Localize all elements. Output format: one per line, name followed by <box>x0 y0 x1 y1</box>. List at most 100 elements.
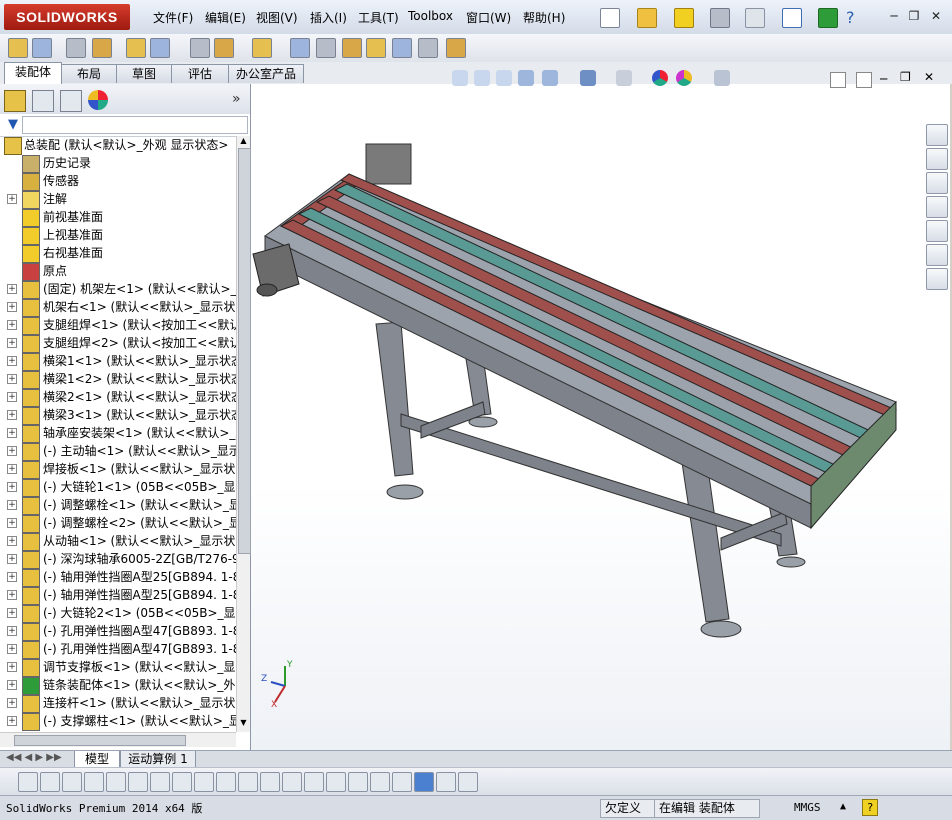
tree-item[interactable]: + (-) 主动轴<1> (默认<<默认>_显示状 <box>0 442 236 461</box>
tree-item[interactable]: 前视基准面 <box>0 208 236 227</box>
tree-item[interactable]: + 从动轴<1> (默认<<默认>_显示状态 <box>0 532 236 551</box>
expand-toggle-icon[interactable]: + <box>7 716 17 726</box>
mirror-icon[interactable] <box>128 772 148 792</box>
instant3d-icon[interactable] <box>392 38 412 58</box>
warning-sketch-icon[interactable] <box>18 772 38 792</box>
reference-geometry-icon[interactable] <box>252 38 272 58</box>
tree-item[interactable]: + (-) 支撑螺柱<1> (默认<<默认>_显示 <box>0 712 236 731</box>
circle-icon[interactable] <box>62 772 82 792</box>
zoom-to-fit-icon[interactable] <box>452 70 468 86</box>
tree-item[interactable]: 右视基准面 <box>0 244 236 263</box>
show-hidden-icon[interactable] <box>190 38 210 58</box>
expand-toggle-icon[interactable]: + <box>7 302 17 312</box>
expand-toggle-icon[interactable]: + <box>7 356 17 366</box>
grid-icon[interactable] <box>326 772 346 792</box>
view-palette-icon[interactable] <box>926 220 948 242</box>
convert-icon[interactable] <box>172 772 192 792</box>
menu-item-0[interactable]: 文件(F) <box>153 9 193 26</box>
scrollbar-thumb[interactable] <box>238 148 251 554</box>
edit-appearance-icon[interactable] <box>652 70 668 86</box>
tree-item[interactable]: + (-) 大链轮2<1> (05B<<05B>_显示状 <box>0 604 236 623</box>
expand-toggle-icon[interactable]: + <box>7 194 17 204</box>
expand-toggle-icon[interactable]: + <box>7 428 17 438</box>
scroll-down-arrow-icon[interactable]: ▼ <box>238 718 249 730</box>
view-cube-icon[interactable] <box>414 772 434 792</box>
tree-item[interactable]: + 横梁3<1> (默认<<默认>_显示状态 1 <box>0 406 236 425</box>
tree-item[interactable]: + 横梁1<2> (默认<<默认>_显示状态 1 <box>0 370 236 389</box>
rebuild-icon[interactable] <box>818 8 838 28</box>
explode-line-icon[interactable] <box>366 38 386 58</box>
units-arrow-icon[interactable]: ▲ <box>840 801 846 812</box>
display-manager-icon[interactable] <box>88 90 108 110</box>
tab-assembly[interactable]: 装配体 <box>4 62 62 84</box>
tree-item[interactable]: 历史记录 <box>0 154 236 173</box>
tree-item[interactable]: + 焊接板<1> (默认<<默认>_显示状态 <box>0 460 236 479</box>
chamfer-icon[interactable] <box>282 772 302 792</box>
insert-component-icon[interactable] <box>8 38 28 58</box>
tab-evaluate[interactable]: 评估 <box>171 64 229 83</box>
tab-nav-arrows-icon[interactable]: ◀◀ ◀ ▶ ▶▶ <box>6 752 62 763</box>
scroll-up-arrow-icon[interactable]: ▲ <box>238 136 249 148</box>
tree-item[interactable]: + (-) 大链轮1<1> (05B<<05B>_显示状 <box>0 478 236 497</box>
display-style-icon[interactable] <box>616 70 632 86</box>
new-document-icon[interactable] <box>600 8 620 28</box>
solidworks-logo[interactable]: SOLIDWORKS <box>4 4 130 30</box>
undo-icon[interactable] <box>745 8 765 28</box>
previous-view-icon[interactable] <box>496 70 512 86</box>
appearances-icon[interactable] <box>926 244 948 266</box>
hscroll-thumb[interactable] <box>14 735 186 746</box>
mate-icon[interactable] <box>66 38 86 58</box>
centerline-icon[interactable] <box>194 772 214 792</box>
tree-item[interactable]: + 横梁1<1> (默认<<默认>_显示状态 1 <box>0 352 236 371</box>
expand-toggle-icon[interactable]: + <box>7 500 17 510</box>
new-part-icon[interactable] <box>32 38 52 58</box>
dynamic-annotation-icon[interactable] <box>542 70 558 86</box>
menu-item-5[interactable]: Toolbox <box>408 9 453 23</box>
menu-item-4[interactable]: 工具(T) <box>358 9 399 26</box>
property-manager-icon[interactable] <box>32 90 54 112</box>
slot-icon[interactable] <box>348 772 368 792</box>
graphics-restore-icon[interactable] <box>830 72 846 88</box>
assembly-features-icon[interactable] <box>214 38 234 58</box>
expand-toggle-icon[interactable]: + <box>7 464 17 474</box>
configuration-manager-icon[interactable] <box>60 90 82 112</box>
tree-item[interactable]: + 机架右<1> (默认<<默认>_显示状态 <box>0 298 236 317</box>
tree-root-assembly[interactable]: 总装配 (默认<默认>_外观 显示状态> <box>0 136 236 155</box>
restore-button[interactable]: ❐ <box>906 9 922 23</box>
bill-of-materials-icon[interactable] <box>316 38 336 58</box>
tree-item[interactable]: + (固定) 机架左<1> (默认<<默认>_显 <box>0 280 236 299</box>
home-icon[interactable] <box>926 148 948 170</box>
table-icon[interactable] <box>458 772 478 792</box>
apply-scene-icon[interactable] <box>676 70 692 86</box>
expand-toggle-icon[interactable]: + <box>7 644 17 654</box>
tree-item[interactable]: + (-) 轴用弹性挡圈A型25[GB894. 1-8 <box>0 568 236 587</box>
graphics-maximize-icon[interactable]: ❐ <box>900 70 911 84</box>
tree-item[interactable]: + (-) 调整螺栓<1> (默认<<默认>_显示 <box>0 496 236 515</box>
graphics-tile-icon[interactable] <box>856 72 872 88</box>
trim-icon[interactable] <box>106 772 126 792</box>
tree-item[interactable]: + 注解 <box>0 190 236 209</box>
conveyor-model[interactable] <box>251 84 950 750</box>
tree-horizontal-scrollbar[interactable] <box>0 732 236 747</box>
expand-toggle-icon[interactable]: + <box>7 338 17 348</box>
custom-properties-icon[interactable] <box>926 268 948 290</box>
tree-item[interactable]: + 连接杆<1> (默认<<默认>_显示状态 <box>0 694 236 713</box>
expand-toggle-icon[interactable]: + <box>7 374 17 384</box>
tab-motion-study[interactable]: 运动算例 1 <box>120 751 196 768</box>
expand-toggle-icon[interactable]: + <box>7 572 17 582</box>
expand-toggle-icon[interactable]: + <box>7 536 17 546</box>
motor-gearbox[interactable] <box>365 143 412 185</box>
select-pointer-icon[interactable] <box>782 8 802 28</box>
close-button[interactable]: ✕ <box>928 9 944 23</box>
graphics-close-icon[interactable]: ✕ <box>924 70 934 84</box>
rectangle-icon[interactable] <box>370 772 390 792</box>
expand-toggle-icon[interactable]: + <box>7 482 17 492</box>
print-icon[interactable] <box>710 8 730 28</box>
tree-item[interactable]: 原点 <box>0 262 236 281</box>
warning-icon[interactable] <box>674 8 694 28</box>
move-component-icon[interactable] <box>150 38 170 58</box>
fillet-icon[interactable] <box>260 772 280 792</box>
help-icon[interactable]: ? <box>846 8 855 27</box>
expand-toggle-icon[interactable]: + <box>7 680 17 690</box>
leg-back-left[interactable] <box>375 321 414 477</box>
